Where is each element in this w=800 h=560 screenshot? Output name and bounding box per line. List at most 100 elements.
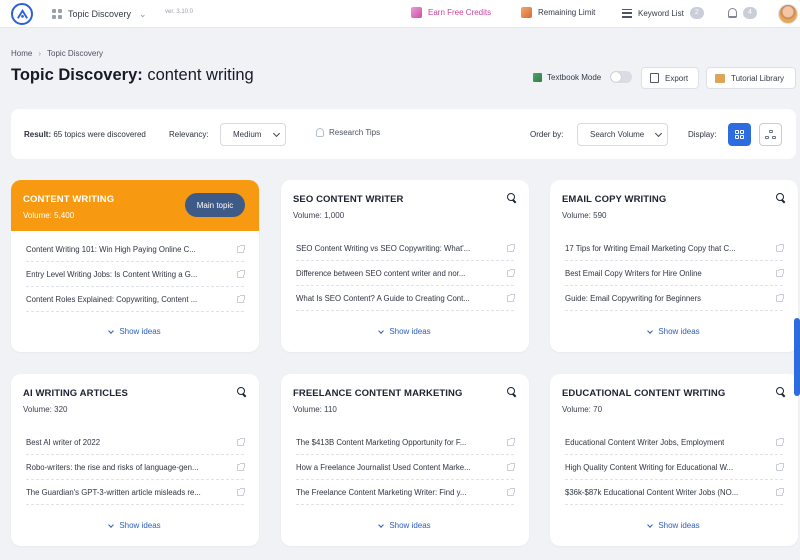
topic-card: EMAIL COPY WRITING Volume: 590 17 Tips f… (550, 180, 798, 352)
topic-title[interactable]: FREELANCE CONTENT MARKETING (293, 388, 517, 399)
idea-item[interactable]: What Is SEO Content? A Guide to Creating… (296, 286, 515, 311)
idea-title[interactable]: Robo-writers: the rise and risks of lang… (26, 463, 198, 472)
topic-title[interactable]: EMAIL COPY WRITING (562, 194, 786, 205)
search-icon[interactable] (507, 387, 516, 396)
app-logo-icon[interactable] (11, 3, 33, 25)
external-link-icon[interactable] (507, 462, 515, 471)
chevron-down-icon (378, 327, 385, 334)
research-tips-button[interactable]: Research Tips (316, 128, 380, 137)
external-link-icon[interactable] (237, 294, 245, 303)
idea-item[interactable]: Educational Content Writer Jobs, Employm… (565, 430, 784, 455)
idea-item[interactable]: The Guardian's GPT-3-written article mis… (26, 480, 245, 505)
idea-item[interactable]: Difference between SEO content writer an… (296, 261, 515, 286)
external-link-icon[interactable] (507, 437, 515, 446)
idea-item[interactable]: How a Freelance Journalist Used Content … (296, 455, 515, 480)
external-link-icon[interactable] (237, 487, 245, 496)
external-link-icon[interactable] (237, 437, 245, 446)
idea-item[interactable]: SEO Content Writing vs SEO Copywriting: … (296, 236, 515, 261)
external-link-icon[interactable] (237, 462, 245, 471)
order-by-select[interactable]: Search Volume (577, 123, 668, 146)
book-icon (533, 72, 542, 82)
earn-credits-button[interactable]: Earn Free Credits (411, 7, 491, 18)
avatar[interactable] (778, 4, 798, 24)
idea-title[interactable]: Difference between SEO content writer an… (296, 269, 465, 278)
tree-view-button[interactable] (759, 123, 782, 146)
idea-title[interactable]: The $413B Content Marketing Opportunity … (296, 438, 466, 447)
idea-item[interactable]: High Quality Content Writing for Educati… (565, 455, 784, 480)
show-ideas-button[interactable]: Show ideas (281, 521, 529, 530)
external-link-icon[interactable] (776, 268, 784, 277)
external-link-icon[interactable] (776, 487, 784, 496)
external-link-icon[interactable] (776, 293, 784, 302)
external-link-icon[interactable] (507, 293, 515, 302)
textbook-mode-toggle[interactable] (610, 71, 633, 83)
idea-title[interactable]: High Quality Content Writing for Educati… (565, 463, 733, 472)
idea-title[interactable]: Content Roles Explained: Copywriting, Co… (26, 295, 197, 304)
show-ideas-button[interactable]: Show ideas (550, 327, 798, 336)
chevron-down-icon (108, 521, 115, 528)
idea-item[interactable]: 17 Tips for Writing Email Marketing Copy… (565, 236, 784, 261)
display-label: Display: (688, 130, 717, 139)
breadcrumb-current: Topic Discovery (47, 49, 104, 58)
external-link-icon[interactable] (507, 268, 515, 277)
idea-title[interactable]: The Guardian's GPT-3-written article mis… (26, 488, 201, 497)
show-ideas-button[interactable]: Show ideas (550, 521, 798, 530)
idea-item[interactable]: $36k-$87k Educational Content Writer Job… (565, 480, 784, 505)
idea-title[interactable]: Educational Content Writer Jobs, Employm… (565, 438, 724, 447)
app-switcher[interactable]: Topic Discovery ⌄ (52, 6, 147, 22)
idea-title[interactable]: $36k-$87k Educational Content Writer Job… (565, 488, 738, 497)
idea-title[interactable]: Best AI writer of 2022 (26, 438, 100, 447)
relevancy-select[interactable]: Medium (220, 123, 286, 146)
idea-item[interactable]: Content Roles Explained: Copywriting, Co… (26, 287, 245, 312)
idea-title[interactable]: The Freelance Content Marketing Writer: … (296, 488, 466, 497)
idea-title[interactable]: 17 Tips for Writing Email Marketing Copy… (565, 244, 736, 253)
idea-title[interactable]: What Is SEO Content? A Guide to Creating… (296, 294, 470, 303)
idea-item[interactable]: The Freelance Content Marketing Writer: … (296, 480, 515, 505)
chevron-down-icon (378, 521, 385, 528)
idea-item[interactable]: Robo-writers: the rise and risks of lang… (26, 455, 245, 480)
idea-title[interactable]: Best Email Copy Writers for Hire Online (565, 269, 702, 278)
export-button[interactable]: Export (641, 67, 699, 89)
external-link-icon[interactable] (507, 487, 515, 496)
show-ideas-button[interactable]: Show ideas (11, 327, 259, 336)
grid-view-button[interactable] (728, 123, 751, 146)
topic-title[interactable]: AI WRITING ARTICLES (23, 388, 247, 399)
idea-list: Best AI writer of 2022 Robo-writers: the… (11, 424, 259, 505)
idea-item[interactable]: Guide: Email Copywriting for Beginners (565, 286, 784, 311)
show-ideas-button[interactable]: Show ideas (11, 521, 259, 530)
external-link-icon[interactable] (507, 243, 515, 252)
topic-volume: Volume: 590 (562, 211, 607, 220)
topic-title[interactable]: EDUCATIONAL CONTENT WRITING (562, 388, 786, 399)
idea-item[interactable]: The $413B Content Marketing Opportunity … (296, 430, 515, 455)
show-ideas-label: Show ideas (119, 327, 161, 336)
idea-title[interactable]: How a Freelance Journalist Used Content … (296, 463, 471, 472)
keyword-list-button[interactable]: Keyword List 2 (622, 7, 704, 19)
external-link-icon[interactable] (776, 462, 784, 471)
idea-item[interactable]: Best AI writer of 2022 (26, 430, 245, 455)
idea-title[interactable]: Content Writing 101: Win High Paying Onl… (26, 245, 196, 254)
idea-item[interactable]: Best Email Copy Writers for Hire Online (565, 261, 784, 286)
export-icon (650, 73, 659, 83)
idea-title[interactable]: Guide: Email Copywriting for Beginners (565, 294, 701, 303)
idea-title[interactable]: SEO Content Writing vs SEO Copywriting: … (296, 244, 470, 253)
external-link-icon[interactable] (776, 437, 784, 446)
external-link-icon[interactable] (237, 269, 245, 278)
search-icon[interactable] (237, 387, 246, 396)
search-icon[interactable] (776, 387, 785, 396)
idea-item[interactable]: Entry Level Writing Jobs: Is Content Wri… (26, 262, 245, 287)
search-icon[interactable] (776, 193, 785, 202)
show-ideas-button[interactable]: Show ideas (281, 327, 529, 336)
tutorial-library-button[interactable]: Tutorial Library (706, 67, 796, 89)
external-link-icon[interactable] (237, 244, 245, 253)
idea-title[interactable]: Entry Level Writing Jobs: Is Content Wri… (26, 270, 197, 279)
idea-item[interactable]: Content Writing 101: Win High Paying Onl… (26, 237, 245, 262)
scrollbar-thumb[interactable] (794, 318, 800, 396)
page-title-query: content writing (147, 66, 254, 84)
search-icon[interactable] (507, 193, 516, 202)
breadcrumb-home[interactable]: Home (11, 49, 32, 58)
notifications-button[interactable]: 4 (728, 7, 757, 19)
topic-card: AI WRITING ARTICLES Volume: 320 Best AI … (11, 374, 259, 546)
topic-title[interactable]: SEO CONTENT WRITER (293, 194, 517, 205)
external-link-icon[interactable] (776, 243, 784, 252)
remaining-limit-button[interactable]: Remaining Limit (521, 7, 595, 18)
